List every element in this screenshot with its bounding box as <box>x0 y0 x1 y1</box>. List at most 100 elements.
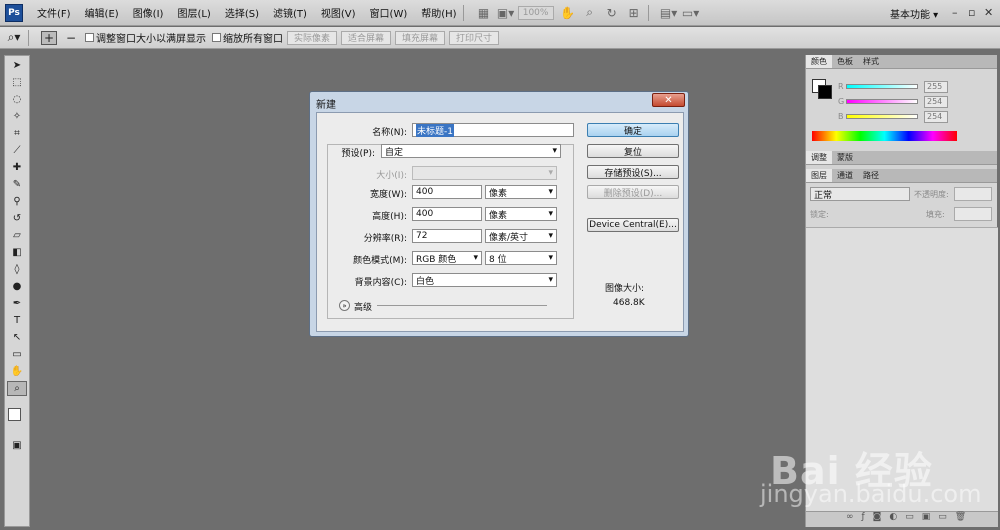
crop-tool-icon[interactable]: ⌗ <box>7 126 27 141</box>
dialog-close-button[interactable]: ✕ <box>652 93 685 107</box>
menu-bar: Ps 文件(F) 编辑(E) 图像(I) 图层(L) 选择(S) 滤镜(T) 视… <box>0 0 1000 26</box>
close-icon[interactable]: ✕ <box>984 6 993 19</box>
type-tool-icon[interactable]: T <box>7 313 27 328</box>
arrange-documents-icon[interactable]: ▤▾ <box>660 6 677 20</box>
foreground-color-swatch[interactable] <box>8 408 21 421</box>
screen-mode-icon[interactable]: ▭▾ <box>682 6 699 20</box>
zoom-out-icon[interactable]: − <box>63 31 79 45</box>
zoom-level-field[interactable]: 100% <box>517 5 554 20</box>
hand-tool-icon[interactable]: ✋ <box>7 364 27 379</box>
options-bar: ⌕▾ + − 调整窗口大小以满屏显示 缩放所有窗口 实际像素 适合屏幕 填充屏幕… <box>0 27 1000 49</box>
tab-paths[interactable]: 路径 <box>858 169 884 182</box>
color-mode-select[interactable]: RGB 颜色 ▾ <box>412 251 482 265</box>
resolution-unit-select[interactable]: 像素/英寸 ▾ <box>485 229 557 243</box>
chevron-down-icon: ▾ <box>548 231 553 241</box>
fill-screen-button[interactable]: 填充屏幕 <box>395 30 446 45</box>
size-select[interactable]: ▾ <box>412 166 557 180</box>
tab-styles[interactable]: 样式 <box>858 55 884 68</box>
print-size-button[interactable]: 打印尺寸 <box>449 30 500 45</box>
healing-brush-tool-icon[interactable]: ✚ <box>7 160 27 175</box>
actual-pixels-button[interactable]: 实际像素 <box>287 30 338 45</box>
bridge-icon[interactable]: ▦ <box>476 6 492 20</box>
workspace-switcher[interactable]: 基本功能 ▾ <box>890 6 938 21</box>
clone-stamp-tool-icon[interactable]: ⚲ <box>7 194 27 209</box>
reset-button[interactable]: 复位 <box>587 144 679 158</box>
rotate-view-icon[interactable]: ↻ <box>604 6 620 20</box>
path-selection-tool-icon[interactable]: ↖ <box>7 330 27 345</box>
checkbox-box[interactable] <box>212 33 221 42</box>
advanced-toggle-icon[interactable]: » <box>339 300 350 311</box>
color-swatches[interactable] <box>5 400 29 436</box>
blue-value[interactable]: 254 <box>924 110 948 123</box>
menu-filter[interactable]: 滤镜(T) <box>273 5 307 20</box>
eraser-tool-icon[interactable]: ▱ <box>7 228 27 243</box>
brush-tool-icon[interactable]: ✎ <box>7 177 27 192</box>
history-brush-tool-icon[interactable]: ↺ <box>7 211 27 226</box>
gradient-tool-icon[interactable]: ◧ <box>7 245 27 260</box>
color-spectrum-ramp[interactable] <box>812 131 957 141</box>
zoom-tool-icon[interactable]: ⌕▾ <box>6 30 22 45</box>
blue-slider[interactable] <box>846 114 918 119</box>
view-extras-icon[interactable]: ▣▾ <box>497 6 514 20</box>
width-input[interactable]: 400 <box>412 185 482 199</box>
green-value[interactable]: 254 <box>924 95 948 108</box>
zoom-icon[interactable]: ⌕ <box>582 5 598 20</box>
menu-edit[interactable]: 编辑(E) <box>85 5 119 20</box>
width-unit-select[interactable]: 像素 ▾ <box>485 185 557 199</box>
layers-footer-icons[interactable]: ∞ƒ◙◐▭▣▭🗑 <box>806 511 998 527</box>
minimize-icon[interactable]: – <box>952 6 958 19</box>
resolution-input[interactable]: 72 <box>412 229 482 243</box>
menu-help[interactable]: 帮助(H) <box>421 5 456 20</box>
fit-screen-button[interactable]: 适合屏幕 <box>341 30 392 45</box>
checkbox-box[interactable] <box>85 33 94 42</box>
restore-icon[interactable]: ▫ <box>968 6 975 19</box>
zoom-tool-icon[interactable]: ⌕ <box>7 381 27 396</box>
tab-swatches[interactable]: 色板 <box>832 55 858 68</box>
fill-field[interactable] <box>954 207 992 221</box>
marquee-tool-icon[interactable]: ⬚ <box>7 75 27 90</box>
green-slider[interactable] <box>846 99 918 104</box>
shape-tool-icon[interactable]: ▭ <box>7 347 27 362</box>
quick-mask-icon[interactable]: ▣ <box>7 438 27 453</box>
device-central-button[interactable]: Device Central(E)... <box>587 218 679 232</box>
blend-mode-select[interactable]: 正常 <box>810 187 910 201</box>
red-slider[interactable] <box>846 84 918 89</box>
menu-file[interactable]: 文件(F) <box>37 5 71 20</box>
menu-window[interactable]: 窗口(W) <box>370 5 408 20</box>
preset-select[interactable]: 自定 ▾ <box>381 144 561 158</box>
bit-depth-select[interactable]: 8 位 ▾ <box>485 251 557 265</box>
chevron-down-icon: ▾ <box>548 168 553 178</box>
dialog-body: 名称(N): 未标题-1 预设(P): 自定 ▾ 大小(I): ▾ 宽度(W): … <box>316 112 684 332</box>
resize-windows-checkbox[interactable]: 调整窗口大小以满屏显示 <box>85 30 206 45</box>
tab-masks[interactable]: 蒙版 <box>832 151 858 164</box>
opacity-field[interactable] <box>954 187 992 201</box>
pen-tool-icon[interactable]: ✒ <box>7 296 27 311</box>
hand-icon[interactable]: ✋ <box>560 6 576 20</box>
magic-wand-tool-icon[interactable]: ✧ <box>7 109 27 124</box>
height-input[interactable]: 400 <box>412 207 482 221</box>
background-select[interactable]: 白色 ▾ <box>412 273 557 287</box>
zoom-all-checkbox[interactable]: 缩放所有窗口 <box>212 30 283 45</box>
ok-button[interactable]: 确定 <box>587 123 679 137</box>
tab-adjustments[interactable]: 调整 <box>806 151 832 164</box>
menu-select[interactable]: 选择(S) <box>225 5 259 20</box>
tab-color[interactable]: 颜色 <box>806 55 832 68</box>
save-preset-button[interactable]: 存储预设(S)... <box>587 165 679 179</box>
menu-image[interactable]: 图像(I) <box>133 5 164 20</box>
dodge-tool-icon[interactable]: ● <box>7 279 27 294</box>
move-tool-icon[interactable]: ➤ <box>7 58 27 73</box>
zoom-in-icon[interactable]: + <box>41 30 57 45</box>
tab-layers[interactable]: 图层 <box>806 169 832 182</box>
menu-layer[interactable]: 图层(L) <box>177 5 210 20</box>
red-value[interactable]: 255 <box>924 80 948 93</box>
menu-view[interactable]: 视图(V) <box>321 5 356 20</box>
lasso-tool-icon[interactable]: ◌ <box>7 92 27 107</box>
tab-channels[interactable]: 通道 <box>832 169 858 182</box>
eyedropper-tool-icon[interactable]: ⟋ <box>7 143 27 158</box>
height-unit-select[interactable]: 像素 ▾ <box>485 207 557 221</box>
name-input[interactable]: 未标题-1 <box>412 123 574 137</box>
blur-tool-icon[interactable]: ◊ <box>7 262 27 277</box>
grid-icon[interactable]: ⊞ <box>626 6 642 20</box>
delete-preset-button[interactable]: 删除预设(D)... <box>587 185 679 199</box>
color-panel-tabs: 颜色 色板 样式 <box>806 55 997 69</box>
